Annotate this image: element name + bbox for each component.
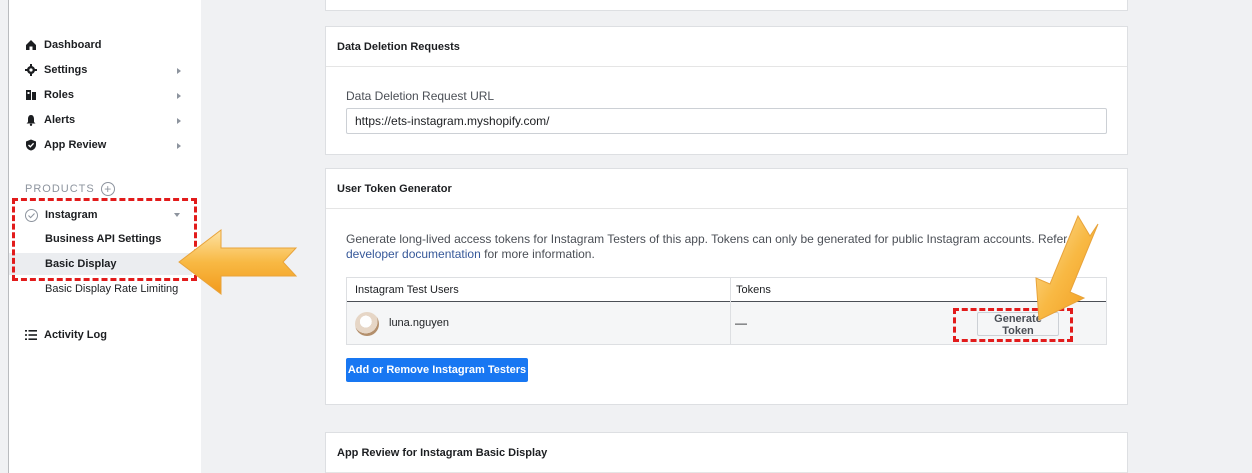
sidebar-item-label: Activity Log [44,329,107,341]
sidebar-item-app-review[interactable]: App Review [25,136,106,154]
app-review-card: App Review for Instagram Basic Display [325,432,1128,473]
avatar [355,312,379,336]
roles-icon [25,89,37,101]
column-header: Tokens [736,284,771,296]
user-token-generator-card: User Token Generator Generate long-lived… [325,168,1128,405]
card-title: User Token Generator [326,169,1127,209]
developer-documentation-link[interactable]: developer documentation [346,247,481,261]
sidebar-item-label: Roles [44,89,74,101]
description-text-cont: r [1070,232,1075,246]
home-icon [25,39,37,51]
token-value: — [735,316,747,330]
column-divider [730,278,731,344]
sidebar-subitem-basic-display-rate-limiting[interactable]: Basic Display Rate Limiting [45,283,178,295]
sidebar-item-alerts[interactable]: Alerts [25,111,75,129]
previous-card-bottom [325,0,1128,11]
bell-icon [25,114,37,126]
sidebar-item-label: Dashboard [44,39,102,51]
shield-check-icon [25,139,37,151]
sidebar-item-label: Alerts [44,114,76,126]
add-remove-testers-button[interactable]: Add or Remove Instagram Testers [346,358,528,382]
list-icon [25,329,37,341]
products-header: PRODUCTS + [25,182,115,196]
card-title: App Review for Instagram Basic Display [326,433,1127,473]
data-deletion-url-label: Data Deletion Request URL [346,89,495,103]
description-text: for more information. [484,247,595,261]
sidebar-item-label: App Review [44,139,107,151]
chevron-right-icon [177,93,181,99]
instagram-highlight-box [12,198,197,281]
chevron-right-icon [177,118,181,124]
column-header: Instagram Test Users [355,284,459,296]
table-header: Instagram Test Users Tokens [347,278,1106,302]
sidebar-item-roles[interactable]: Roles [25,86,74,104]
sidebar-item-activity-log[interactable]: Activity Log [25,326,107,344]
generate-token-highlight-box [953,308,1073,342]
test-user-name: luna.nguyen [389,317,449,329]
chevron-right-icon [177,143,181,149]
gear-icon [25,64,37,76]
add-product-icon[interactable]: + [100,182,115,196]
chevron-right-icon [177,68,181,74]
products-label: PRODUCTS [25,183,95,195]
data-deletion-url-input[interactable] [346,108,1107,134]
description-text: Generate long-lived access tokens for In… [346,232,1068,246]
data-deletion-card: Data Deletion Requests Data Deletion Req… [325,26,1128,155]
sidebar-item-dashboard[interactable]: Dashboard [25,36,101,54]
sidebar-item-label: Settings [44,64,88,76]
token-generator-description: Generate long-lived access tokens for In… [346,232,1116,262]
card-title: Data Deletion Requests [326,27,1127,67]
sidebar-item-settings[interactable]: Settings [25,61,87,79]
